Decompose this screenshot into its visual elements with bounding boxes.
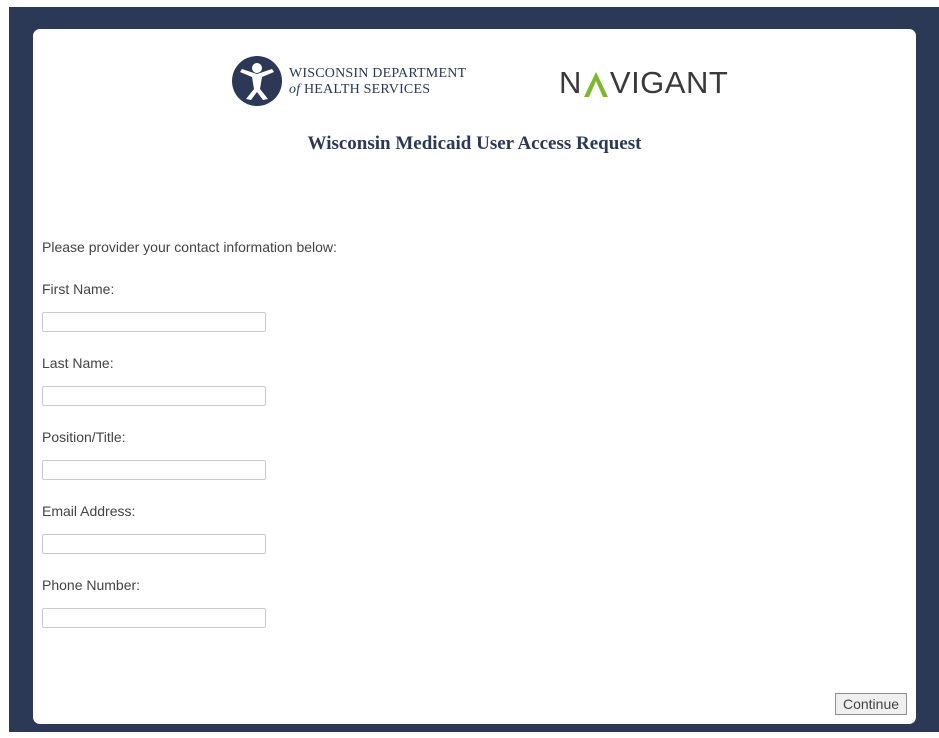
last-name-label: Last Name: bbox=[42, 355, 114, 371]
dhs-logo-line2: of HEALTH SERVICES bbox=[289, 82, 430, 98]
navigant-a-chevron-icon bbox=[583, 72, 608, 97]
form-instructions: Please provider your contact information… bbox=[42, 239, 337, 255]
navigant-logo-suffix: VIGANT bbox=[609, 65, 729, 100]
form-card: WISCONSIN DEPARTMENT of HEALTH SERVICES … bbox=[33, 29, 916, 724]
navigant-logo-prefix: N bbox=[559, 65, 582, 100]
last-name-input[interactable] bbox=[42, 386, 266, 406]
first-name-input[interactable] bbox=[42, 312, 266, 332]
position-title-input[interactable] bbox=[42, 460, 266, 480]
email-address-label: Email Address: bbox=[42, 503, 136, 519]
dhs-logo: WISCONSIN DEPARTMENT of HEALTH SERVICES bbox=[231, 55, 501, 109]
navigant-logo: N VIGANT bbox=[559, 63, 728, 103]
dhs-logo-line2-italic: of bbox=[289, 82, 301, 97]
page-title: Wisconsin Medicaid User Access Request bbox=[307, 133, 642, 154]
phone-number-input[interactable] bbox=[42, 608, 266, 628]
position-title-label: Position/Title: bbox=[42, 429, 126, 445]
dhs-emblem-icon bbox=[232, 56, 282, 106]
email-address-input[interactable] bbox=[42, 534, 266, 554]
phone-number-label: Phone Number: bbox=[42, 577, 141, 593]
first-name-label: First Name: bbox=[42, 281, 115, 297]
dhs-logo-line1: WISCONSIN DEPARTMENT bbox=[289, 66, 467, 81]
continue-button[interactable]: Continue bbox=[835, 693, 907, 715]
dhs-logo-line2-rest: HEALTH SERVICES bbox=[300, 82, 431, 97]
